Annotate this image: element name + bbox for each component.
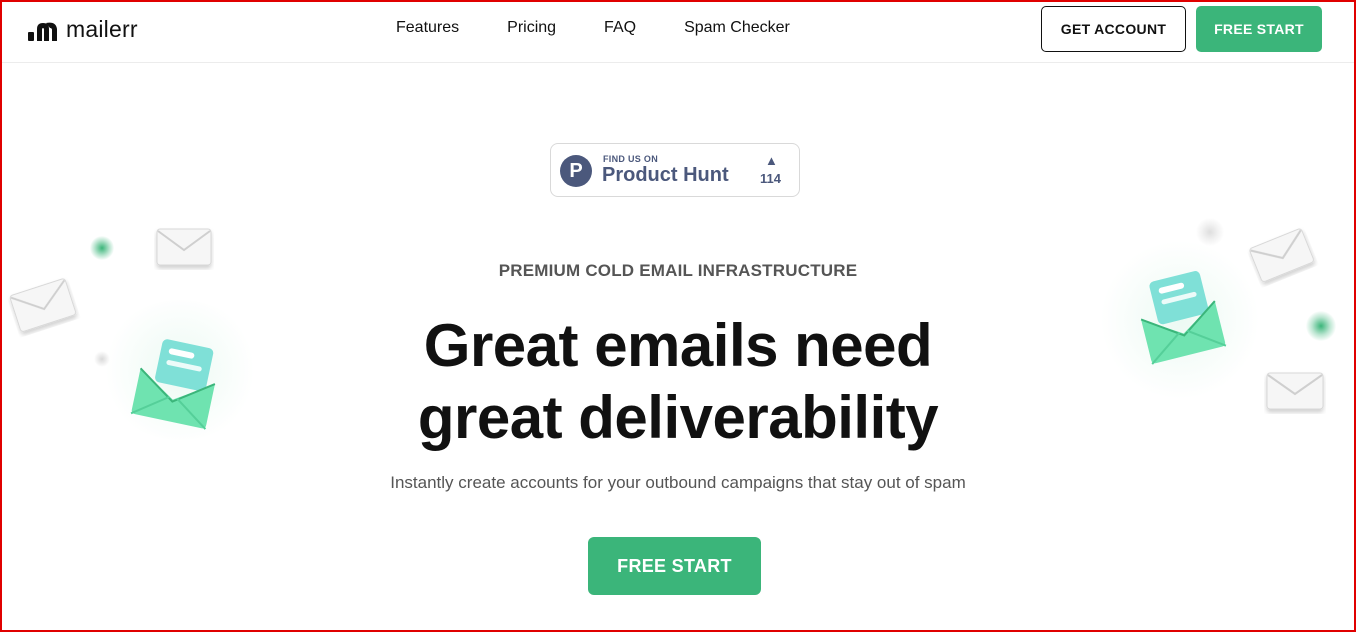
product-hunt-find-label: FIND US ON bbox=[603, 154, 659, 164]
product-hunt-badge[interactable]: P FIND US ON Product Hunt ▲ 114 bbox=[550, 143, 800, 197]
site-header: mailerr Features Pricing FAQ Spam Checke… bbox=[2, 2, 1354, 63]
nav-pricing[interactable]: Pricing bbox=[507, 19, 556, 37]
get-account-button[interactable]: GET ACCOUNT bbox=[1041, 6, 1186, 52]
upvote-arrow-icon: ▲ bbox=[765, 153, 778, 168]
header-free-start-button[interactable]: FREE START bbox=[1196, 6, 1322, 52]
hero-free-start-button[interactable]: FREE START bbox=[588, 537, 761, 595]
brand-name: mailerr bbox=[66, 16, 138, 42]
green-glow-dot-right bbox=[1306, 311, 1336, 341]
envelope-icon bbox=[154, 226, 214, 275]
main-nav: Features Pricing FAQ Spam Checker bbox=[396, 19, 790, 37]
green-glow-dot-left bbox=[90, 236, 114, 260]
upvote-count: 114 bbox=[760, 171, 781, 186]
product-hunt-name: Product Hunt bbox=[602, 164, 729, 186]
envelope-icon bbox=[1245, 224, 1321, 293]
nav-faq[interactable]: FAQ bbox=[604, 19, 636, 37]
nav-spam-checker[interactable]: Spam Checker bbox=[684, 19, 790, 37]
hero-subline: Instantly create accounts for your outbo… bbox=[390, 473, 966, 492]
nav-features[interactable]: Features bbox=[396, 19, 459, 37]
brand-logo[interactable]: mailerr bbox=[28, 16, 138, 43]
mailerr-logo-icon bbox=[28, 19, 58, 41]
envelope-icon bbox=[1264, 370, 1326, 419]
product-hunt-logo-icon: P bbox=[560, 155, 592, 187]
